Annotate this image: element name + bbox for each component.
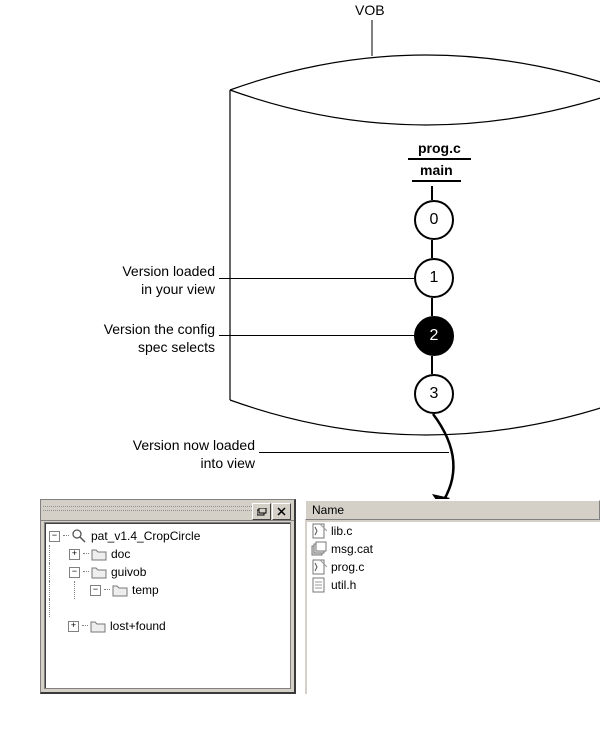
- branch-stem: [431, 186, 433, 200]
- vob-label: VOB: [355, 2, 385, 18]
- callout-view-loaded: Version loaded in your view: [85, 263, 215, 298]
- restore-button[interactable]: [252, 503, 271, 520]
- file-row[interactable]: util.h: [307, 576, 600, 594]
- file-list[interactable]: lib.c msg.cat prog.c util.h: [307, 522, 600, 694]
- branch-name-label: main: [412, 162, 461, 182]
- version-node-0: 0: [414, 200, 454, 240]
- callout-line: [259, 452, 449, 453]
- file-name: prog.c: [331, 560, 364, 574]
- version-node-2-selected: 2: [414, 316, 454, 356]
- folder-icon: [91, 565, 107, 579]
- stack-file-icon: [311, 541, 327, 557]
- callout-line: [219, 278, 414, 279]
- folder-tree: − pat_v1.4_CropCircle + doc: [49, 527, 200, 635]
- expander-plus-icon[interactable]: +: [68, 621, 79, 632]
- version-node-1: 1: [414, 258, 454, 298]
- tree-row[interactable]: + doc: [49, 545, 200, 563]
- file-name: msg.cat: [331, 542, 373, 556]
- name-column-header[interactable]: Name: [305, 500, 600, 520]
- file-name: lib.c: [331, 524, 352, 538]
- file-row[interactable]: lib.c: [307, 522, 600, 540]
- tree-pane: − pat_v1.4_CropCircle + doc: [40, 499, 296, 694]
- magnifier-icon: [71, 528, 87, 544]
- tree-node-label: lost+found: [110, 619, 166, 633]
- folder-icon: [90, 619, 106, 633]
- file-list-pane: Name lib.c msg.cat prog.c util.h: [304, 499, 600, 694]
- callout-text: Version the config spec selects: [104, 321, 215, 355]
- folder-icon: [112, 583, 128, 597]
- column-header-row: Name: [305, 500, 600, 520]
- tree-row[interactable]: + lost+found: [49, 617, 200, 635]
- tree-node-label: guivob: [111, 565, 146, 579]
- file-name: util.h: [331, 578, 356, 592]
- expander-minus-icon[interactable]: −: [90, 585, 101, 596]
- tree-spacer: [49, 599, 200, 617]
- file-row[interactable]: prog.c: [307, 558, 600, 576]
- expander-minus-icon[interactable]: −: [49, 531, 60, 542]
- toolbar-grip: [43, 506, 252, 507]
- expander-minus-icon[interactable]: −: [69, 567, 80, 578]
- tree-node-label: temp: [132, 583, 159, 597]
- tree-row[interactable]: − temp: [49, 581, 200, 599]
- file-name-label: prog.c: [408, 140, 471, 160]
- close-button[interactable]: [272, 503, 291, 520]
- callout-now-loaded: Version now loaded into view: [115, 437, 255, 472]
- c-file-icon: [311, 559, 327, 575]
- titlebar-buttons: [251, 503, 291, 520]
- c-file-icon: [311, 523, 327, 539]
- callout-line: [219, 335, 414, 336]
- version-link: [431, 356, 433, 374]
- folder-icon: [91, 547, 107, 561]
- callout-text: Version now loaded into view: [133, 437, 255, 471]
- tree-row[interactable]: − guivob: [49, 563, 200, 581]
- callout-text: Version loaded in your view: [122, 263, 215, 297]
- file-row[interactable]: msg.cat: [307, 540, 600, 558]
- tree-row-root[interactable]: − pat_v1.4_CropCircle: [49, 527, 200, 545]
- toolbar-grip: [43, 510, 252, 511]
- version-link: [431, 240, 433, 258]
- version-link: [431, 298, 433, 316]
- h-file-icon: [311, 577, 327, 593]
- tree-area[interactable]: − pat_v1.4_CropCircle + doc: [44, 522, 291, 689]
- tree-node-label: pat_v1.4_CropCircle: [91, 529, 200, 543]
- tree-node-label: doc: [111, 547, 130, 561]
- callout-config-selects: Version the config spec selects: [80, 321, 215, 356]
- expander-plus-icon[interactable]: +: [69, 549, 80, 560]
